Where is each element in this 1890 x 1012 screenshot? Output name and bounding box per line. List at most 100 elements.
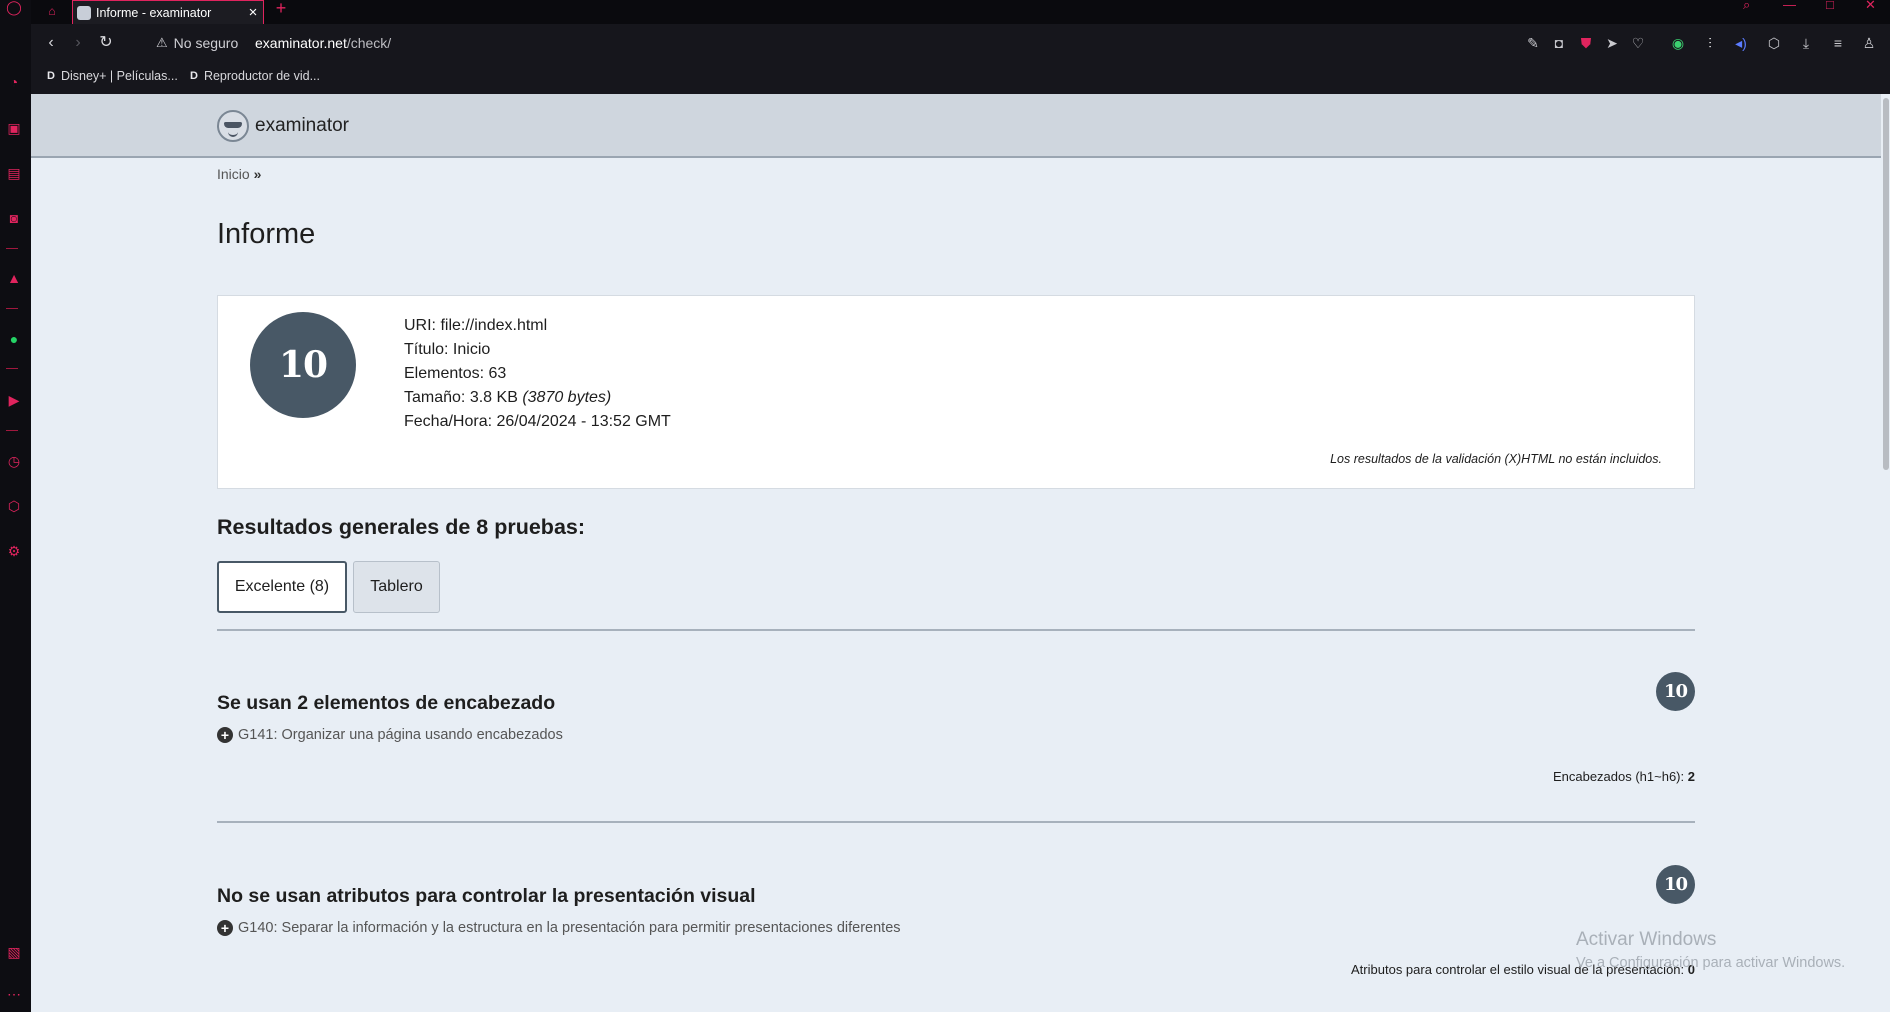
site-brand[interactable]: examinator: [217, 110, 349, 142]
browser-sidebar: ◯ ◔ ▣ ▤ ◙ ▲ ● ▶ ◷ ⬡ ⚙ ▧ ⋯: [0, 0, 31, 1012]
sidebar-divider: [6, 368, 18, 369]
dashboard-button[interactable]: Tablero: [353, 561, 440, 613]
security-indicator[interactable]: ⚠ No seguro: [156, 35, 238, 51]
validation-note: Los resultados de la validación (X)HTML …: [1330, 452, 1662, 466]
brand-name: examinator: [255, 115, 349, 136]
report-meta: URI: file://index.html Título: Inicio El…: [404, 314, 671, 434]
sidebar-divider: [6, 430, 18, 431]
brand-logo-icon: [217, 110, 249, 142]
audio-icon[interactable]: ◂): [1731, 33, 1751, 53]
reload-icon[interactable]: ↻: [96, 33, 116, 53]
page-scrollbar[interactable]: [1881, 94, 1890, 1012]
settings-icon[interactable]: ⚙: [4, 541, 24, 561]
url-path: /check/: [346, 35, 392, 51]
extensions-icon[interactable]: ⬡: [4, 496, 24, 516]
watermark-line-1: Activar Windows: [1576, 929, 1717, 950]
whatsapp-icon[interactable]: ●: [4, 329, 24, 349]
security-label: No seguro: [173, 35, 239, 51]
report-summary-card: 10 URI: file://index.html Título: Inicio…: [217, 295, 1695, 489]
bookmark-label: Reproductor de vid...: [203, 69, 320, 83]
gallery-icon[interactable]: ▧: [4, 942, 24, 962]
account-icon[interactable]: ♙: [1859, 33, 1879, 53]
address-bar: ‹ › ↻ ⚠ No seguro examinator.net/check/ …: [31, 24, 1890, 62]
scrollbar-thumb[interactable]: [1883, 98, 1889, 470]
page-viewport: examinator Inicio » Informe 10 URI: file…: [31, 94, 1890, 1012]
bookmark-item[interactable]: D Reproductor de vid...: [190, 69, 320, 83]
extensions-cube-icon[interactable]: ⬡: [1764, 33, 1784, 53]
minimize-icon[interactable]: —: [1783, 0, 1796, 12]
technique-label: G141: Organizar una página usando encabe…: [238, 727, 563, 743]
more-icon[interactable]: ⋯: [4, 984, 24, 1004]
close-window-icon[interactable]: ✕: [1865, 0, 1876, 12]
meta-title: Título: Inicio: [404, 341, 491, 358]
download-icon[interactable]: ⤓: [1796, 33, 1816, 53]
result-stat: Encabezados (h1~h6): 2: [1552, 769, 1695, 784]
overall-score-badge: 10: [250, 312, 356, 418]
camera-icon[interactable]: ◘: [1549, 33, 1569, 53]
section-divider: [217, 629, 1695, 631]
result-score-badge: 10: [1656, 865, 1695, 904]
tab-bar: ⌂ Informe - examinator × + ⌕ — □ ✕: [31, 0, 1890, 24]
url-host: examinator.net: [255, 35, 347, 51]
opera-logo-icon[interactable]: ◯: [4, 0, 24, 17]
filter-excellent-button[interactable]: Excelente (8): [217, 561, 347, 613]
section-divider: [217, 821, 1695, 823]
warning-icon: ⚠: [156, 35, 168, 50]
result-title: No se usan atributos para controlar la p…: [217, 885, 756, 907]
adblock-icon[interactable]: ⛊: [1576, 33, 1596, 53]
disney-icon: D: [47, 70, 55, 82]
plus-circle-icon: +: [217, 920, 233, 936]
gamepad-tab-icon[interactable]: ⌂: [35, 0, 69, 22]
meta-size: Tamaño: 3.8 KB (3870 bytes): [404, 389, 612, 406]
meta-uri: URI: file://index.html: [404, 317, 548, 334]
tab-title: Informe - examinator: [96, 5, 212, 20]
forward-icon[interactable]: ›: [68, 33, 88, 53]
sidebar-divider: [6, 248, 18, 249]
history-icon[interactable]: ◷: [4, 451, 24, 471]
instagram-icon[interactable]: ◙: [4, 208, 24, 228]
breadcrumb-separator: »: [253, 166, 262, 182]
meta-elements: Elementos: 63: [404, 365, 507, 382]
windows-activation-watermark: Activar Windows Ve a Configuración para …: [1576, 929, 1845, 971]
new-tab-icon[interactable]: +: [269, 0, 293, 20]
technique-label: G140: Separar la información y la estruc…: [238, 920, 901, 936]
back-icon[interactable]: ‹: [41, 33, 61, 53]
technique-toggle[interactable]: + G141: Organizar una página usando enca…: [217, 727, 563, 743]
sidebar-divider: [6, 308, 18, 309]
watermark-line-2: Ve a Configuración para activar Windows.: [1576, 955, 1846, 971]
overall-score-value: 10: [278, 344, 328, 386]
tab-close-icon[interactable]: ×: [243, 4, 263, 21]
profile-extension-icon[interactable]: ◉: [1668, 33, 1688, 53]
result-score-value: 10: [1663, 874, 1688, 895]
gx-corner-icon[interactable]: ▣: [4, 118, 24, 138]
bookmarks-bar: D Disney+ | Películas... D Reproductor d…: [31, 62, 1890, 94]
gx-control-icon[interactable]: ⫶: [1700, 33, 1720, 53]
technique-toggle[interactable]: + G140: Separar la información y la estr…: [217, 920, 901, 936]
search-tabs-icon[interactable]: ⌕: [1743, 0, 1750, 12]
summary-heading: Resultados generales de 8 pruebas:: [217, 515, 586, 539]
meta-date: Fecha/Hora: 26/04/2024 - 13:52 GMT: [404, 413, 671, 430]
tab-active[interactable]: Informe - examinator ×: [72, 0, 264, 24]
result-score-badge: 10: [1656, 672, 1695, 711]
result-score-value: 10: [1663, 681, 1688, 702]
bookmark-label: Disney+ | Películas...: [60, 69, 178, 83]
aria-icon[interactable]: ▲: [4, 268, 24, 288]
disney-icon: D: [190, 70, 198, 82]
tab-favicon-icon: [77, 5, 91, 20]
heart-icon[interactable]: ♡: [1628, 33, 1648, 53]
bookmark-item[interactable]: D Disney+ | Películas...: [47, 69, 178, 83]
breadcrumb-home-link[interactable]: Inicio: [217, 166, 250, 182]
easy-setup-icon[interactable]: ≡: [1828, 33, 1848, 53]
result-title: Se usan 2 elementos de encabezado: [217, 692, 556, 714]
site-header: examinator: [31, 94, 1881, 158]
edit-icon[interactable]: ✎: [1523, 33, 1543, 53]
maximize-icon[interactable]: □: [1826, 0, 1834, 12]
player-icon[interactable]: ▶: [4, 390, 24, 410]
speed-dial-icon[interactable]: ◔: [4, 72, 24, 92]
url-field[interactable]: examinator.net/check/: [255, 35, 391, 51]
page-title: Informe: [217, 218, 316, 250]
twitch-icon[interactable]: ▤: [4, 163, 24, 183]
send-icon[interactable]: ➤: [1602, 33, 1622, 53]
breadcrumb: Inicio »: [217, 166, 261, 182]
plus-circle-icon: +: [217, 727, 233, 743]
